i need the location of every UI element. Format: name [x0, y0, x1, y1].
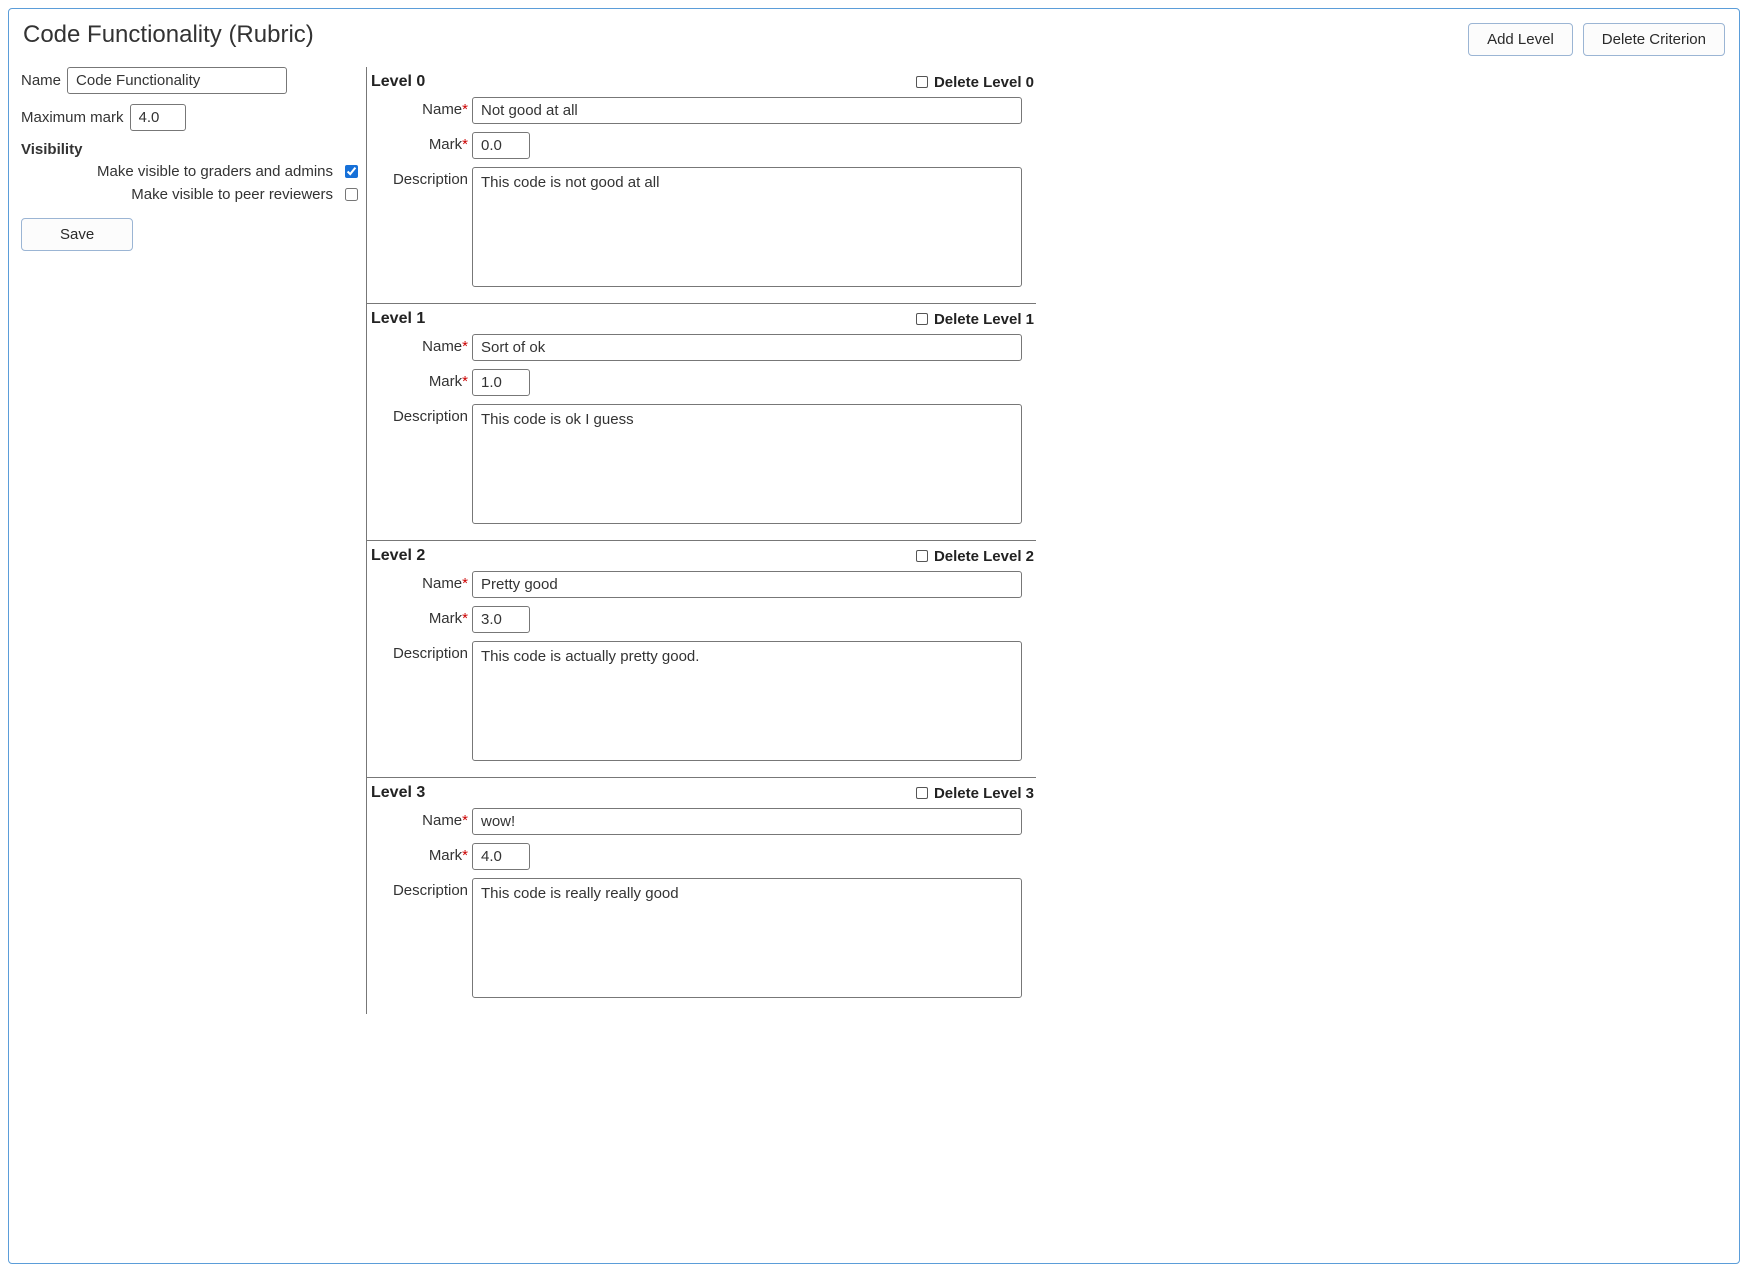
criterion-name-input[interactable] [67, 67, 287, 94]
level-description-input[interactable] [472, 404, 1022, 524]
field-label: Description [367, 404, 472, 425]
level-mark-input[interactable] [472, 606, 530, 633]
field-label: Description [367, 878, 472, 899]
level-mark-input[interactable] [472, 132, 530, 159]
field-label: Description [367, 167, 472, 188]
level-block: Level 0 Delete Level 0 Name* Mark* Descripti… [367, 67, 1036, 303]
visible-peer-checkbox[interactable] [345, 188, 358, 201]
level-heading: Level 3 [371, 784, 912, 802]
delete-level-wrap: Delete Level 3 [912, 784, 1034, 802]
level-heading: Level 1 [371, 310, 912, 328]
visibility-heading: Visibility [21, 141, 360, 158]
delete-level-wrap: Delete Level 0 [912, 73, 1034, 91]
level-block: Level 1 Delete Level 1 Name* Mark* Descripti… [367, 303, 1036, 540]
field-label: Name* [367, 97, 472, 118]
visible-graders-checkbox[interactable] [345, 165, 358, 178]
delete-level-label: Delete Level 0 [934, 74, 1034, 91]
level-name-input[interactable] [472, 334, 1022, 361]
required-mark: * [462, 101, 468, 118]
save-button[interactable]: Save [21, 218, 133, 251]
delete-level-wrap: Delete Level 2 [912, 547, 1034, 565]
add-level-button[interactable]: Add Level [1468, 23, 1573, 56]
required-mark: * [462, 338, 468, 355]
field-label: Description [367, 641, 472, 662]
field-label: Name* [367, 808, 472, 829]
delete-level-checkbox[interactable] [916, 550, 928, 562]
level-name-input[interactable] [472, 571, 1022, 598]
delete-criterion-button[interactable]: Delete Criterion [1583, 23, 1725, 56]
levels-list: Level 0 Delete Level 0 Name* Mark* Descripti… [366, 67, 1036, 1014]
level-description-input[interactable] [472, 167, 1022, 287]
max-mark-input[interactable] [130, 104, 186, 131]
level-description-input[interactable] [472, 641, 1022, 761]
criterion-settings: Name Maximum mark Visibility Make visibl… [21, 67, 366, 251]
field-label: Mark* [367, 369, 472, 390]
required-mark: * [462, 847, 468, 864]
level-name-input[interactable] [472, 808, 1022, 835]
level-mark-input[interactable] [472, 369, 530, 396]
delete-level-checkbox[interactable] [916, 76, 928, 88]
visible-graders-label: Make visible to graders and admins [97, 163, 333, 180]
level-block: Level 2 Delete Level 2 Name* Mark* Descripti… [367, 540, 1036, 777]
field-label: Name* [367, 334, 472, 355]
required-mark: * [462, 136, 468, 153]
field-label: Mark* [367, 606, 472, 627]
required-mark: * [462, 575, 468, 592]
delete-level-checkbox[interactable] [916, 787, 928, 799]
max-mark-label: Maximum mark [21, 109, 124, 126]
delete-level-label: Delete Level 3 [934, 785, 1034, 802]
delete-level-wrap: Delete Level 1 [912, 310, 1034, 328]
delete-level-checkbox[interactable] [916, 313, 928, 325]
level-heading: Level 0 [371, 73, 912, 91]
rubric-panel: Add Level Delete Criterion Code Function… [8, 8, 1740, 1264]
level-heading: Level 2 [371, 547, 912, 565]
required-mark: * [462, 812, 468, 829]
delete-level-label: Delete Level 1 [934, 311, 1034, 328]
level-mark-input[interactable] [472, 843, 530, 870]
criterion-name-label: Name [21, 72, 61, 89]
visible-peer-label: Make visible to peer reviewers [131, 186, 333, 203]
field-label: Mark* [367, 843, 472, 864]
required-mark: * [462, 373, 468, 390]
delete-level-label: Delete Level 2 [934, 548, 1034, 565]
level-description-input[interactable] [472, 878, 1022, 998]
level-block: Level 3 Delete Level 3 Name* Mark* Descripti… [367, 777, 1036, 1014]
required-mark: * [462, 610, 468, 627]
field-label: Mark* [367, 132, 472, 153]
top-actions: Add Level Delete Criterion [1468, 23, 1725, 56]
level-name-input[interactable] [472, 97, 1022, 124]
field-label: Name* [367, 571, 472, 592]
